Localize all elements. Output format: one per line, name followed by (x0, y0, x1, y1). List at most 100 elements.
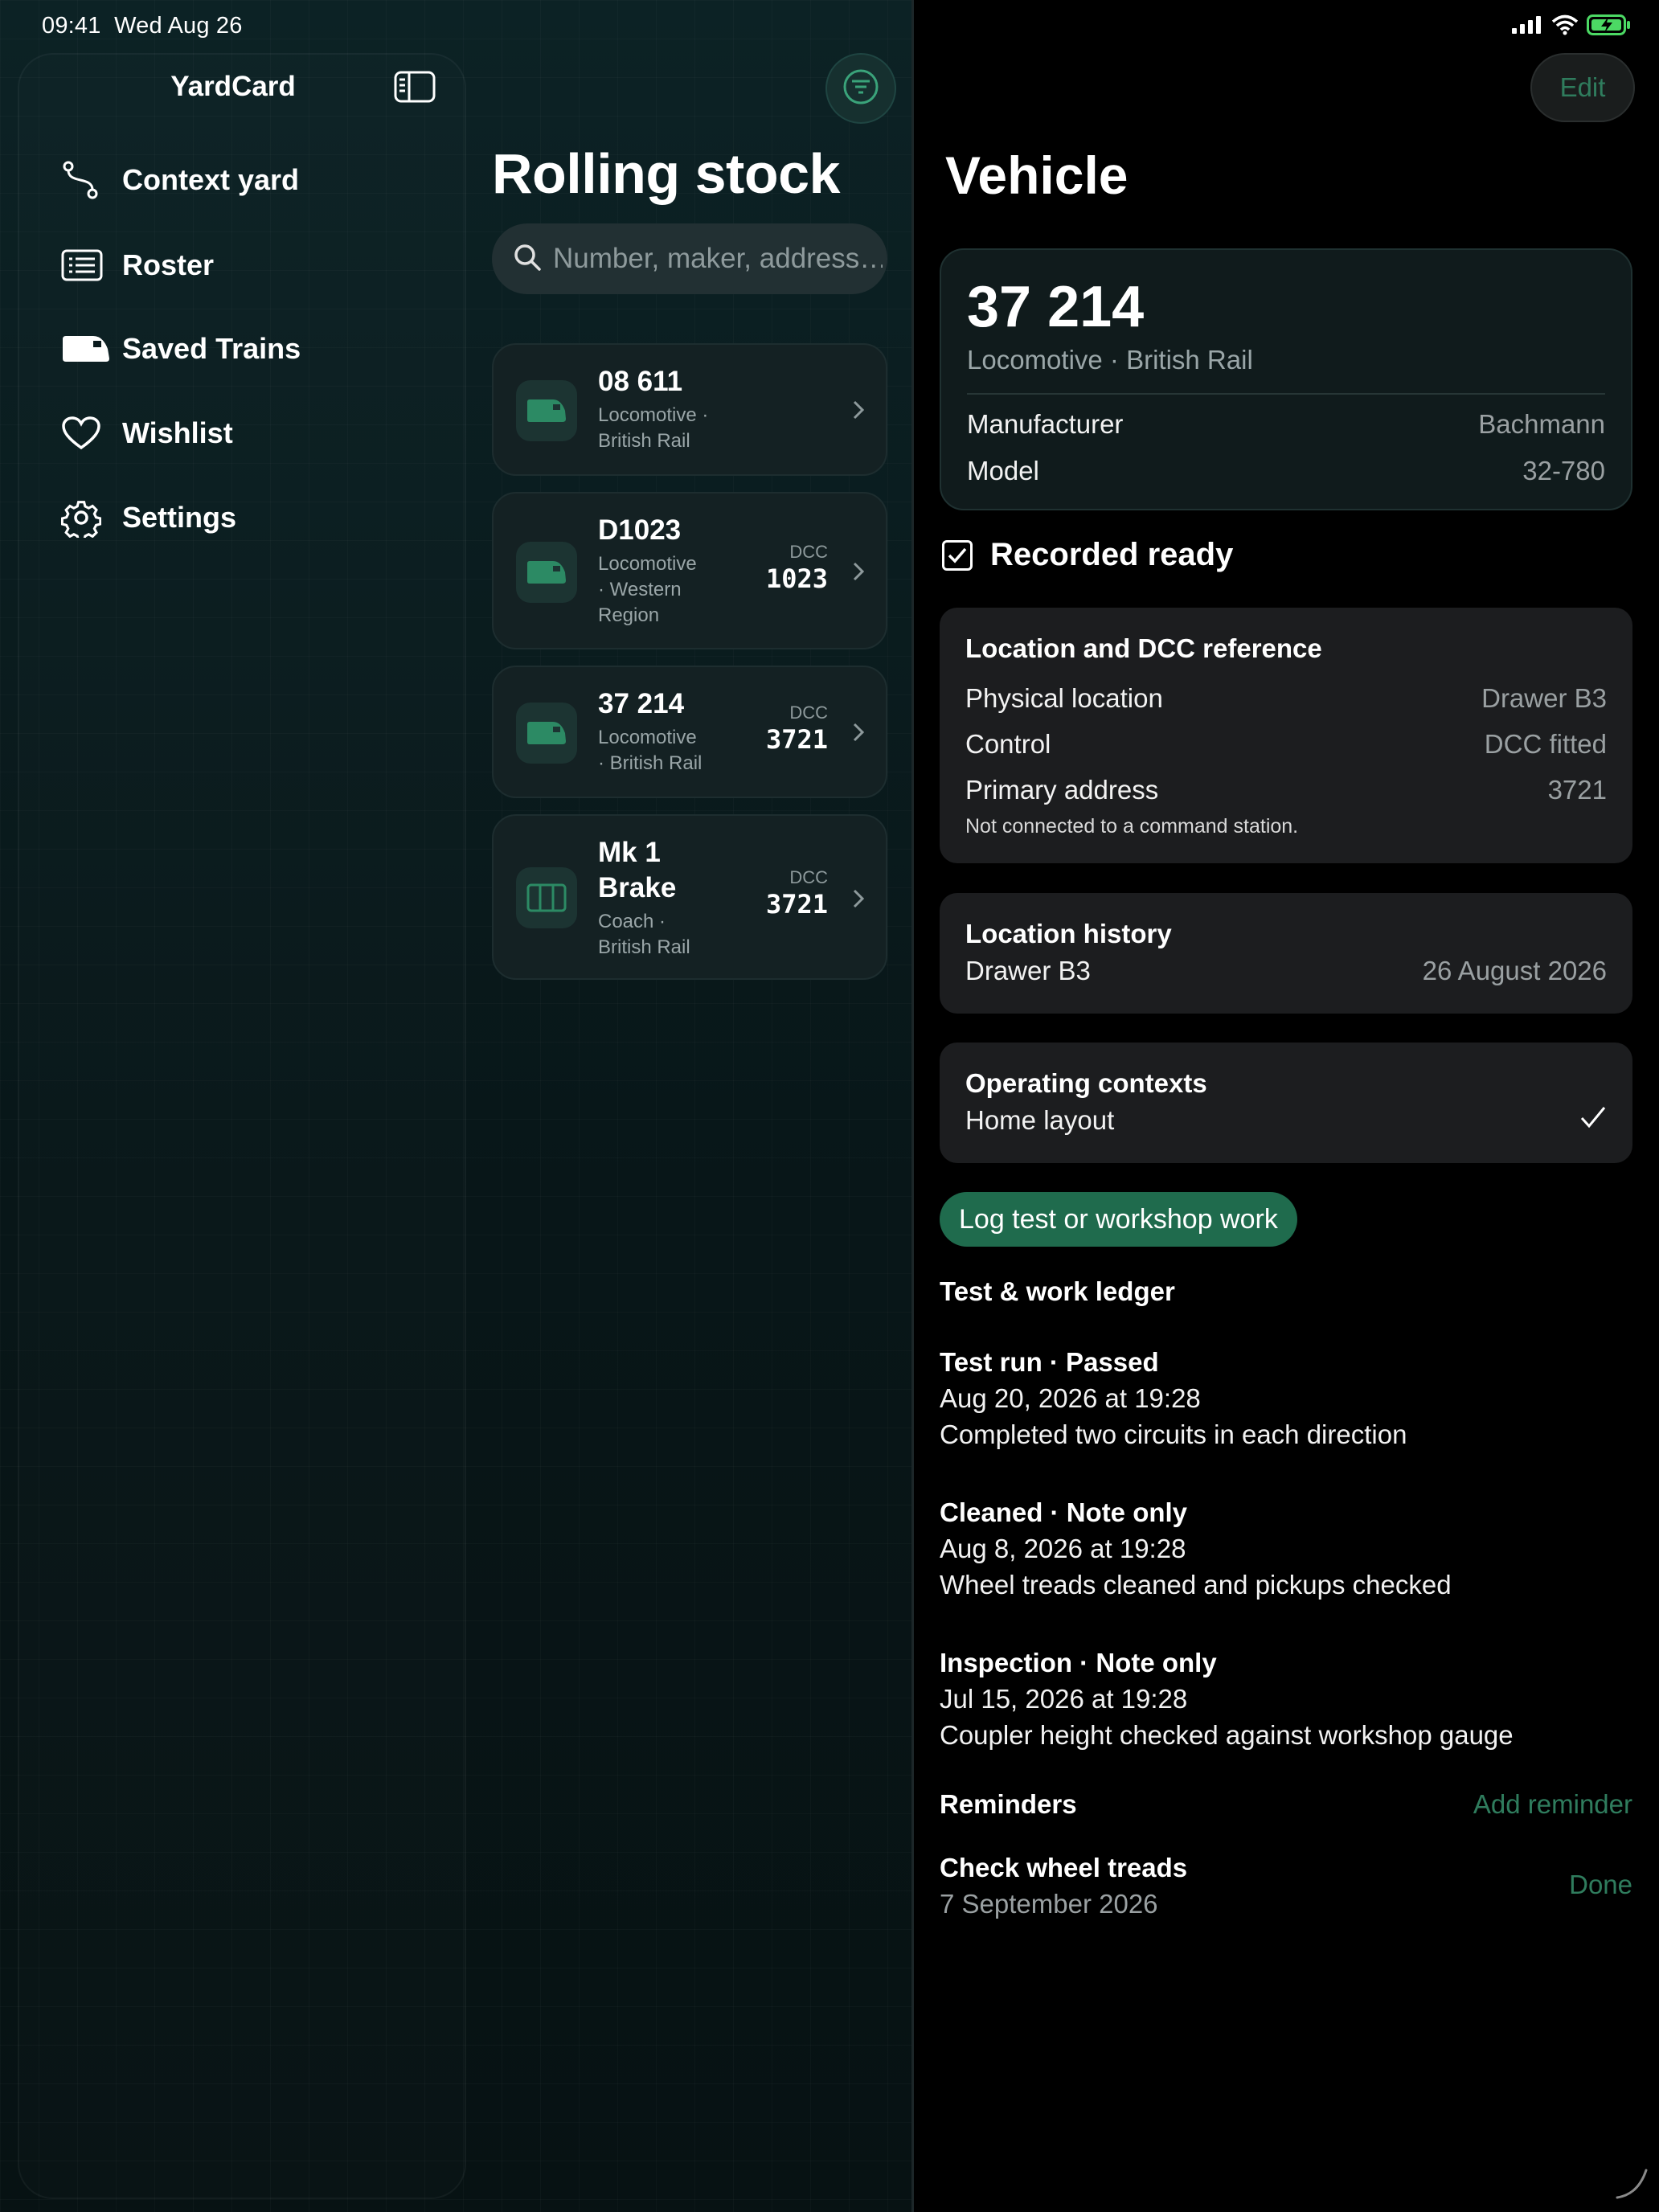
sidebar (18, 53, 466, 2199)
filter-button[interactable] (825, 53, 896, 124)
vehicle-number: D1023 (598, 514, 682, 546)
sidebar-item-roster[interactable]: Roster (61, 241, 214, 289)
vehicle-subtitle: Locomotive · British Rail (598, 725, 702, 776)
sidebar-item-context-yard[interactable]: Context yard (61, 156, 299, 204)
subtitle-line: Locomotive (598, 727, 697, 748)
ledger-entry-date: Aug 8, 2026 at 19:28 (940, 1534, 1186, 1563)
ledger-entry-date: Aug 20, 2026 at 19:28 (940, 1383, 1201, 1413)
dcc-value: 1023 (765, 563, 828, 594)
context-row[interactable]: Home layout (965, 1105, 1607, 1136)
reminder-title: Check wheel treads (940, 1853, 1188, 1882)
ledger-entry-note: Wheel treads cleaned and pickups checked (940, 1570, 1452, 1600)
sidebar-item-settings[interactable]: Settings (61, 494, 236, 542)
chevron-right-icon (850, 398, 866, 422)
vehicle-number: 37 214 (967, 275, 1145, 339)
ledger-entry-title: Test run · Passed (940, 1347, 1159, 1377)
checkmark-icon (1579, 1105, 1607, 1136)
search-icon (513, 243, 542, 276)
status-icons (1511, 14, 1632, 39)
cellular-signal-icon (1511, 15, 1543, 39)
list-item[interactable]: D1023 Locomotive · Western Region DCC 10… (492, 492, 887, 649)
operating-contexts-panel[interactable]: Operating contexts Home layout (940, 1043, 1632, 1163)
row-label: Physical location (965, 683, 1163, 713)
checkbox-checked-icon[interactable] (942, 539, 973, 571)
reminder-item: Check wheel treads 7 September 2026 (940, 1849, 1632, 1922)
resize-handle-icon[interactable] (1614, 2165, 1649, 2201)
dcc-label: DCC (789, 542, 828, 562)
add-reminder-button[interactable]: Add reminder (1473, 1789, 1632, 1820)
locomotive-icon (516, 703, 577, 764)
reminder-done-button[interactable]: Done (1569, 1870, 1632, 1900)
row-label: Control (965, 729, 1051, 759)
reminders-title: Reminders (940, 1789, 1077, 1819)
edit-button[interactable]: Edit (1530, 53, 1635, 122)
list-item-text: 37 214 Locomotive · British Rail (598, 686, 702, 776)
status-time: 09:41 Wed Aug 26 (42, 13, 243, 39)
recorded-ready-label: Recorded ready (990, 537, 1234, 572)
chevron-right-icon (850, 720, 866, 744)
divider (967, 393, 1605, 395)
panel-title: Operating contexts (965, 1068, 1207, 1098)
list-item[interactable]: 08 611 Locomotive · British Rail (492, 343, 887, 476)
row-label: Manufacturer (967, 409, 1124, 439)
subtitle-line: Locomotive · (598, 404, 709, 426)
row-label: Model (967, 456, 1039, 485)
vehicle-subtitle: Locomotive · British Rail (598, 403, 708, 454)
chevron-right-icon (850, 887, 866, 911)
ledger-entry-note: Coupler height checked against workshop … (940, 1720, 1514, 1750)
ledger-entry-date: Jul 15, 2026 at 19:28 (940, 1684, 1188, 1714)
subtitle-line: · Western (598, 579, 682, 600)
sidebar-toggle-icon[interactable] (394, 71, 436, 103)
vehicle-number: 37 214 (598, 688, 685, 719)
subtitle-line: · British Rail (598, 752, 703, 774)
ledger-entry[interactable]: Test run · Passed Aug 20, 2026 at 19:28 … (940, 1344, 1632, 1452)
history-row: Drawer B3 26 August 2026 (965, 956, 1607, 986)
sidebar-item-label: Settings (122, 501, 237, 534)
list-item-text: 08 611 Locomotive · British Rail (598, 364, 708, 454)
recorded-ready-toggle[interactable]: Recorded ready (942, 537, 1233, 573)
subtitle-line: Locomotive (598, 553, 697, 575)
dcc-address: DCC 1023 (766, 542, 828, 595)
wifi-icon (1551, 14, 1579, 39)
dcc-value: 3721 (765, 724, 828, 755)
page-title: Vehicle (945, 145, 1129, 205)
dcc-value: 3721 (765, 889, 828, 920)
ledger-title: Test & work ledger (940, 1276, 1175, 1306)
reminder-date: 7 September 2026 (940, 1889, 1158, 1919)
ledger-entry[interactable]: Cleaned · Note only Aug 8, 2026 at 19:28… (940, 1494, 1632, 1603)
primary-address-row: Primary address 3721 (965, 775, 1607, 805)
row-label: Drawer B3 (965, 956, 1091, 985)
ledger-entry[interactable]: Inspection · Note only Jul 15, 2026 at 1… (940, 1645, 1632, 1753)
sidebar-item-saved-trains[interactable]: Saved Trains (61, 325, 301, 373)
dcc-address: DCC 3721 (766, 867, 828, 920)
row-value: 26 August 2026 (1422, 956, 1607, 985)
panel-title: Location history (965, 919, 1172, 948)
vehicle-subtitle: Locomotive · Western Region (598, 551, 697, 629)
row-value: Bachmann (1478, 409, 1605, 439)
status-clock: 09:41 (42, 13, 101, 39)
connection-note: Not connected to a command station. (965, 815, 1299, 838)
vehicle-summary-card: 37 214 Locomotive · British Rail Manufac… (940, 248, 1632, 510)
list-item[interactable]: 37 214 Locomotive · British Rail DCC 372… (492, 666, 887, 798)
search-input[interactable] (553, 243, 883, 275)
dcc-address: DCC 3721 (766, 703, 828, 756)
search-field[interactable] (492, 223, 887, 294)
manufacturer-row: Manufacturer Bachmann (967, 409, 1605, 440)
name-line: Mk 1 (598, 837, 661, 868)
coach-icon (516, 867, 577, 928)
locomotive-icon (516, 542, 577, 603)
sidebar-item-label: Roster (122, 248, 215, 281)
physical-location-row: Physical location Drawer B3 (965, 683, 1607, 714)
sidebar-item-label: Saved Trains (122, 332, 301, 365)
location-history-panel[interactable]: Location history Drawer B3 26 August 202… (940, 893, 1632, 1014)
row-label: Primary address (965, 775, 1159, 805)
sidebar-item-wishlist[interactable]: Wishlist (61, 409, 233, 457)
route-icon (61, 158, 111, 203)
location-dcc-panel: Location and DCC reference Physical loca… (940, 608, 1632, 863)
ledger-entry-note: Completed two circuits in each direction (940, 1419, 1407, 1449)
list-item[interactable]: Mk 1 Brake Coach · British Rail DCC 3721 (492, 814, 887, 980)
chevron-right-icon (850, 559, 866, 584)
vehicle-number: 08 611 (598, 366, 683, 397)
subtitle-line: British Rail (598, 936, 690, 958)
log-work-button[interactable]: Log test or workshop work (940, 1192, 1297, 1247)
